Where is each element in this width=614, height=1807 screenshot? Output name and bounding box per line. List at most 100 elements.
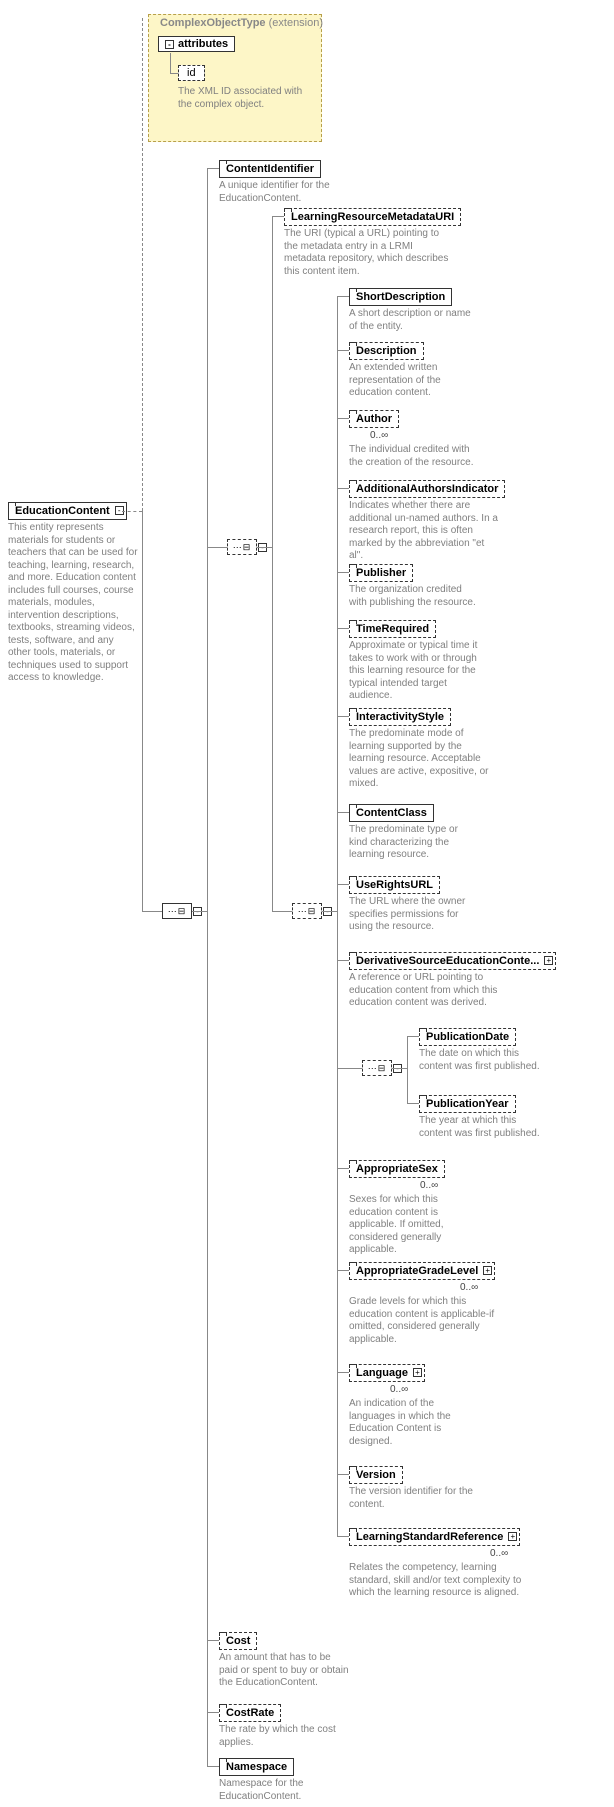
element-tab-icon: [419, 1028, 427, 1032]
additional-authors-node[interactable]: AdditionalAuthorsIndicator: [349, 480, 505, 498]
namespace-node[interactable]: Namespace: [219, 1758, 294, 1776]
element-tab-icon: [284, 208, 292, 212]
time-required-node[interactable]: TimeRequired: [349, 620, 436, 638]
connector-line: [207, 547, 227, 548]
sequence-connector[interactable]: ⋯⊟ -: [162, 903, 192, 919]
appropriate-sex-node[interactable]: AppropriateSex: [349, 1160, 445, 1178]
element-tab-icon: [349, 804, 357, 808]
id-label: id: [187, 67, 196, 79]
connector-line: [337, 418, 349, 419]
root-education-content[interactable]: EducationContent -: [8, 502, 127, 520]
element-tab-icon: [349, 952, 357, 956]
connector-line: [337, 572, 349, 573]
connector-line: [142, 511, 143, 911]
cardinality: 0..∞: [420, 1180, 438, 1191]
lrm-uri-node[interactable]: LearningResourceMetadataURI: [284, 208, 461, 226]
connector-line: [322, 911, 337, 912]
cardinality: 0..∞: [370, 430, 388, 441]
connector-line: [407, 1036, 419, 1037]
connector-line: [122, 511, 142, 512]
extension-suffix: (extension): [269, 17, 323, 29]
extension-title: ComplexObjectType (extension): [160, 17, 323, 29]
content-identifier-node[interactable]: ContentIdentifier: [219, 160, 321, 178]
element-tab-icon: [349, 620, 357, 624]
sequence-connector-optional[interactable]: ⋯⊟ -: [362, 1060, 392, 1076]
short-description-node[interactable]: ShortDescription: [349, 288, 452, 306]
element-tab-icon: [349, 1364, 357, 1368]
connector-line: [272, 216, 273, 911]
node-label: AppropriateGradeLevel: [356, 1265, 478, 1277]
id-attribute[interactable]: id: [178, 65, 205, 81]
connector-line: [337, 812, 349, 813]
node-description: An extended written representation of th…: [349, 362, 469, 400]
attributes-label: attributes: [178, 38, 228, 50]
cardinality: 0..∞: [460, 1282, 478, 1293]
node-description: The organization credited with publishin…: [349, 584, 479, 609]
learning-standard-node[interactable]: LearningStandardReference +: [349, 1528, 520, 1546]
element-tab-icon: [349, 1160, 357, 1164]
root-description: This entity represents materials for stu…: [8, 522, 138, 685]
expand-icon[interactable]: +: [508, 1532, 517, 1541]
author-node[interactable]: Author: [349, 410, 399, 428]
attributes-box[interactable]: -attributes: [158, 36, 235, 52]
connector-line: [407, 1103, 419, 1104]
connector-line: [207, 1640, 219, 1641]
appropriate-grade-node[interactable]: AppropriateGradeLevel +: [349, 1262, 495, 1280]
node-label: AdditionalAuthorsIndicator: [356, 483, 498, 495]
node-label: UseRightsURL: [356, 879, 433, 891]
connector-line: [170, 53, 171, 73]
expand-icon[interactable]: +: [483, 1266, 492, 1275]
node-description: The date on which this content was first…: [419, 1048, 549, 1073]
node-description: A unique identifier for the EducationCon…: [219, 180, 339, 205]
connector-line: [407, 1036, 408, 1103]
element-tab-icon: [349, 876, 357, 880]
expand-icon[interactable]: +: [544, 956, 553, 965]
connector-line: [337, 884, 349, 885]
publisher-node[interactable]: Publisher: [349, 564, 413, 582]
element-tab-icon: [419, 1095, 427, 1099]
element-tab-icon: [349, 708, 357, 712]
connector-line: [207, 1766, 219, 1767]
node-description: Grade levels for which this education co…: [349, 1296, 499, 1346]
node-label: PublicationYear: [426, 1098, 509, 1110]
element-tab-icon: [8, 502, 16, 506]
element-tab-icon: [349, 288, 357, 292]
node-label: InteractivityStyle: [356, 711, 444, 723]
connector-line: [142, 911, 162, 912]
node-description: The URL where the owner specifies permis…: [349, 896, 479, 934]
publication-year-node[interactable]: PublicationYear: [419, 1095, 516, 1113]
publication-date-node[interactable]: PublicationDate: [419, 1028, 516, 1046]
sequence-connector-optional[interactable]: ⋯⊟ -: [292, 903, 322, 919]
language-node[interactable]: Language +: [349, 1364, 425, 1382]
node-label: LearningResourceMetadataURI: [291, 211, 454, 223]
description-node[interactable]: Description: [349, 342, 424, 360]
element-tab-icon: [349, 1466, 357, 1470]
use-rights-node[interactable]: UseRightsURL: [349, 876, 440, 894]
node-description: The year at which this content was first…: [419, 1115, 549, 1140]
node-description: The individual credited with the creatio…: [349, 444, 479, 469]
version-node[interactable]: Version: [349, 1466, 403, 1484]
schema-diagram: ComplexObjectType (extension) -attribute…: [0, 0, 614, 1807]
node-description: The predominate mode of learning support…: [349, 728, 489, 791]
sequence-connector-optional[interactable]: ⋯⊟ -: [227, 539, 257, 555]
connector-line: [392, 1068, 407, 1069]
node-label: Cost: [226, 1635, 250, 1647]
node-label: Namespace: [226, 1761, 287, 1773]
node-label: Version: [356, 1469, 396, 1481]
connector-line: [207, 1712, 219, 1713]
interactivity-node[interactable]: InteractivityStyle: [349, 708, 451, 726]
collapse-icon[interactable]: -: [165, 40, 174, 49]
content-class-node[interactable]: ContentClass: [349, 804, 434, 822]
node-label: LearningStandardReference: [356, 1531, 503, 1543]
cost-node[interactable]: Cost: [219, 1632, 257, 1650]
node-label: ContentClass: [356, 807, 427, 819]
sequence-dots-icon: ⋯⊟: [233, 543, 252, 552]
cost-rate-node[interactable]: CostRate: [219, 1704, 281, 1722]
expand-icon[interactable]: +: [413, 1368, 422, 1377]
derivative-node[interactable]: DerivativeSourceEducationConte... +: [349, 952, 556, 970]
node-description: The version identifier for the content.: [349, 1486, 479, 1511]
connector-line: [337, 1474, 349, 1475]
connector-line: [257, 547, 272, 548]
element-tab-icon: [219, 160, 227, 164]
element-tab-icon: [219, 1758, 227, 1762]
